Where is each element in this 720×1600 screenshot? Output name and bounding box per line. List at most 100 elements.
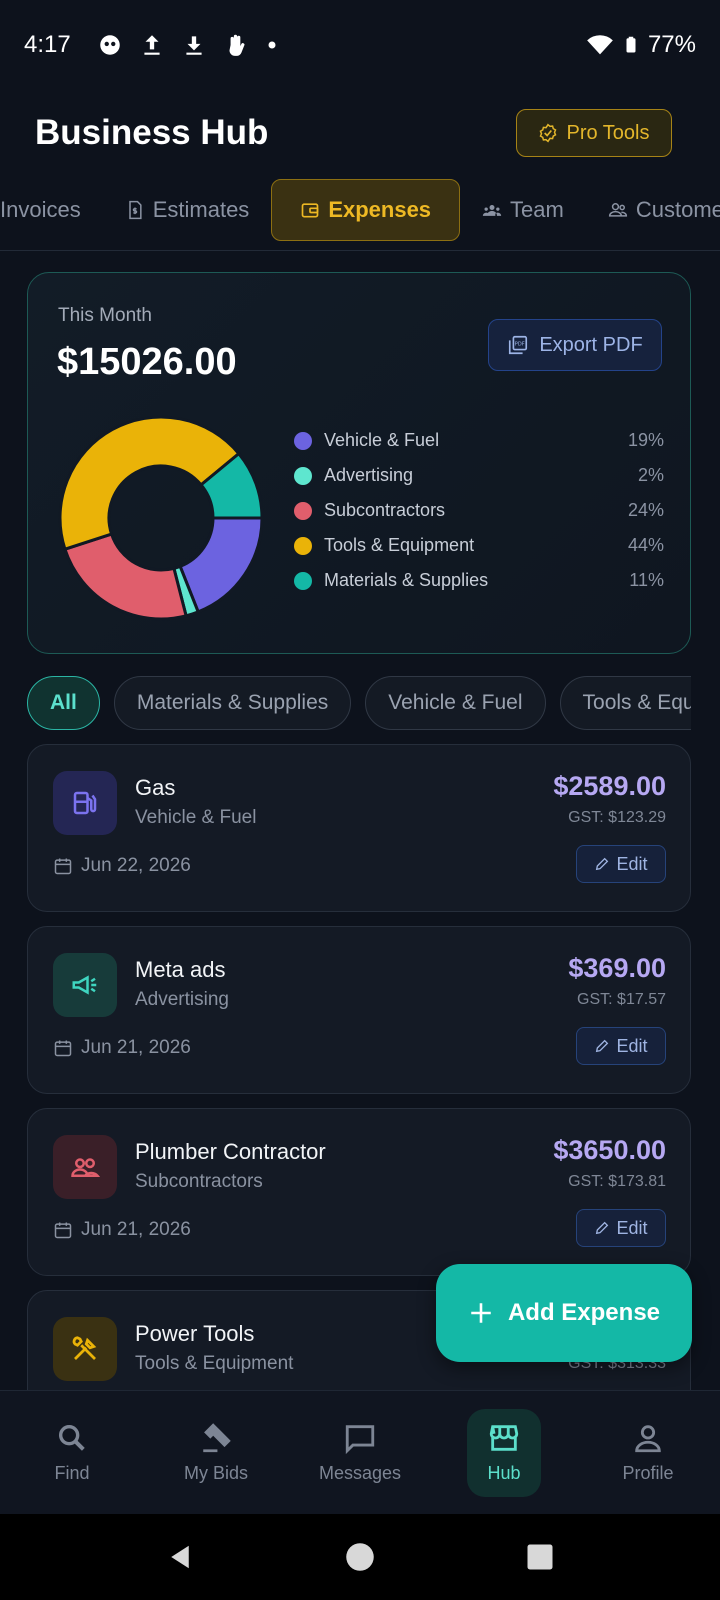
expense-card[interactable]: Gas Vehicle & Fuel Jun 22, 2026 $2589.00…: [27, 744, 691, 912]
gavel-icon: [203, 1423, 231, 1453]
legend-dot: [294, 501, 312, 520]
tab-label: Expenses: [328, 197, 432, 222]
nav-my-bids[interactable]: My Bids: [144, 1391, 288, 1514]
battery-icon: [626, 36, 636, 53]
store-icon: [489, 1425, 519, 1451]
nav-messages[interactable]: Messages: [288, 1391, 432, 1514]
expense-amount: $3650.00: [553, 1135, 666, 1165]
calendar-icon: [54, 858, 72, 875]
add-expense-label: Add Expense: [507, 1299, 661, 1326]
expense-category: Subcontractors: [135, 1171, 263, 1192]
nav-hub[interactable]: Hub: [432, 1391, 576, 1514]
monthly-summary-card: This Month $15026.00 PDF Export PDF Vehi…: [27, 272, 691, 654]
legend-percent: 19%: [627, 430, 664, 450]
tab-label: Invoices: [0, 197, 81, 222]
category-filter-chips: All Materials & Supplies Vehicle & Fuel …: [27, 676, 691, 732]
expense-date: Jun 22, 2026: [53, 855, 191, 877]
legend-name: Tools & Equipment: [324, 535, 475, 555]
donut-slice: [63, 532, 188, 621]
expense-date: Jun 21, 2026: [53, 1037, 191, 1059]
expense-gst: GST: $17.57: [577, 991, 666, 1008]
tools-icon: [72, 1336, 97, 1360]
nav-label: Profile: [622, 1463, 674, 1483]
export-pdf-button[interactable]: PDF Export PDF: [488, 319, 662, 371]
tab-customers[interactable]: Customers: [586, 179, 720, 241]
edit-expense-button[interactable]: Edit: [576, 1027, 666, 1065]
expense-category: Vehicle & Fuel: [135, 807, 257, 828]
person-icon: [635, 1425, 661, 1453]
tab-team[interactable]: Team: [460, 179, 586, 241]
add-expense-button[interactable]: Add Expense: [436, 1264, 692, 1362]
category-icon-box: [53, 953, 117, 1017]
tab-expenses[interactable]: Expenses: [271, 179, 461, 241]
nav-find[interactable]: Find: [0, 1391, 144, 1514]
legend-dot: [294, 431, 312, 450]
tab-label: Estimates: [152, 197, 250, 222]
svg-text:PDF: PDF: [515, 341, 525, 347]
megaphone-icon: [72, 975, 97, 995]
expense-card[interactable]: Plumber Contractor Subcontractors Jun 21…: [27, 1108, 691, 1276]
expense-name: Power Tools: [135, 1321, 255, 1346]
pro-tools-label: Pro Tools: [566, 121, 650, 144]
hand-icon: [229, 34, 245, 56]
verified-badge-icon: [540, 123, 557, 143]
expense-name: Gas: [135, 775, 176, 800]
expense-name: Meta ads: [135, 957, 226, 982]
app-header: Business Hub Pro Tools: [35, 104, 672, 162]
legend-percent: 2%: [637, 465, 664, 485]
wallet-icon: [301, 203, 319, 218]
back-icon[interactable]: [165, 1542, 195, 1572]
category-icon-box: [53, 1317, 117, 1381]
document-dollar-icon: [128, 200, 142, 220]
expense-date: Jun 21, 2026: [53, 1219, 191, 1241]
export-pdf-label: Export PDF: [539, 333, 643, 356]
expense-name: Plumber Contractor: [135, 1139, 326, 1164]
chat-icon: [345, 1425, 375, 1455]
recents-icon[interactable]: [525, 1542, 555, 1572]
battery-percent: 77%: [647, 31, 696, 58]
home-icon[interactable]: [345, 1542, 375, 1572]
status-time: 4:17: [24, 31, 71, 58]
legend-name: Advertising: [324, 465, 414, 485]
filter-chip-materials[interactable]: Materials & Supplies: [113, 676, 352, 730]
filter-chip-all[interactable]: All: [27, 676, 100, 730]
expense-category: Advertising: [135, 989, 229, 1010]
status-bar: 4:17 77%: [0, 0, 720, 90]
legend-item: Vehicle & Fuel 19%: [294, 423, 664, 458]
page-title: Business Hub: [35, 113, 269, 152]
legend-item: Tools & Equipment 44%: [294, 528, 664, 563]
edit-label: Edit: [616, 1035, 648, 1056]
expense-donut-chart: [58, 415, 264, 621]
pro-tools-button[interactable]: Pro Tools: [516, 109, 672, 157]
summary-total: $15026.00: [57, 341, 237, 383]
dot-icon: [268, 41, 276, 49]
people-icon: [71, 1158, 100, 1177]
pdf-icon: PDF: [509, 335, 528, 355]
tab-label: Customers: [635, 197, 720, 222]
nav-label: Messages: [318, 1463, 402, 1483]
expense-gst: GST: $173.81: [568, 1173, 666, 1190]
wifi-icon: [587, 35, 613, 55]
edit-expense-button[interactable]: Edit: [576, 1209, 666, 1247]
filter-chip-tools[interactable]: Tools & Equipment: [559, 676, 691, 730]
search-icon: [58, 1424, 85, 1451]
expense-gst: GST: $123.29: [568, 809, 666, 826]
pencil-icon: [596, 1221, 609, 1235]
edit-expense-button[interactable]: Edit: [576, 845, 666, 883]
nav-profile[interactable]: Profile: [576, 1391, 720, 1514]
expense-date-text: Jun 21, 2026: [81, 1037, 191, 1058]
legend-dot: [294, 466, 312, 485]
expense-card[interactable]: Meta ads Advertising Jun 21, 2026 $369.0…: [27, 926, 691, 1094]
tab-estimates[interactable]: Estimates: [103, 179, 272, 241]
edit-label: Edit: [616, 853, 648, 874]
legend-name: Materials & Supplies: [324, 570, 489, 590]
nav-label: Hub: [487, 1463, 521, 1483]
nav-active-indicator: Hub: [467, 1408, 541, 1497]
nav-label: My Bids: [183, 1463, 248, 1483]
tab-label: Team: [510, 197, 564, 222]
filter-chip-vehicle[interactable]: Vehicle & Fuel: [365, 676, 546, 730]
legend-item: Subcontractors 24%: [294, 493, 664, 528]
upload-icon: [144, 35, 160, 55]
legend-item: Advertising 2%: [294, 458, 664, 493]
tab-invoices[interactable]: Invoices: [0, 179, 103, 241]
